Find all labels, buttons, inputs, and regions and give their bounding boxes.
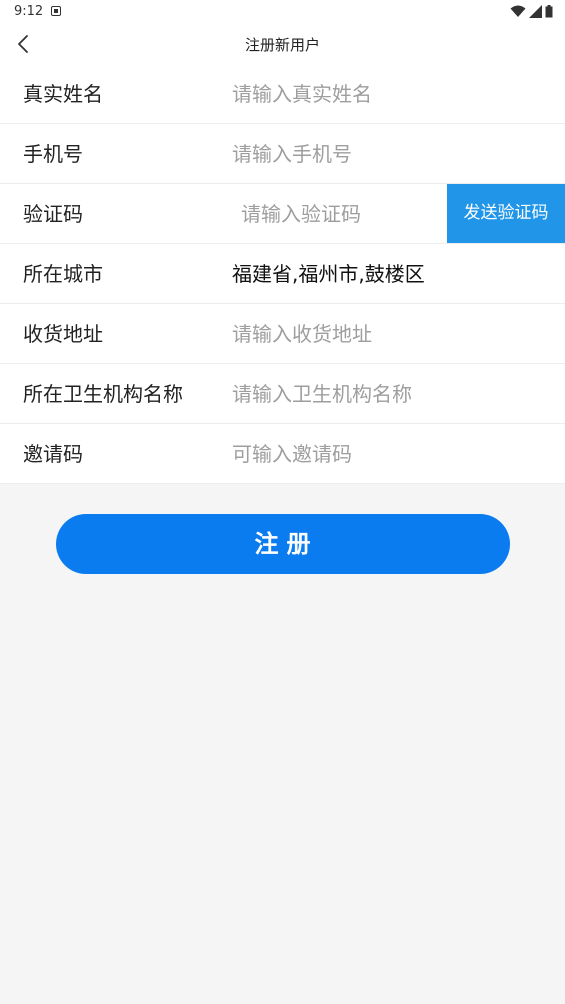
status-bar: 9:12 xyxy=(0,0,565,24)
status-icons xyxy=(510,5,553,18)
address-label: 收货地址 xyxy=(23,322,103,346)
form-row-city: 所在城市 福建省,福州市,鼓楼区 xyxy=(0,244,565,304)
institution-label: 所在卫生机构名称 xyxy=(23,382,183,406)
form-row-institution: 所在卫生机构名称 xyxy=(0,364,565,424)
form-row-real-name: 真实姓名 xyxy=(0,64,565,124)
page-title: 注册新用户 xyxy=(244,36,320,54)
form-row-address: 收货地址 xyxy=(0,304,565,364)
wifi-icon xyxy=(510,5,526,17)
status-time: 9:12 xyxy=(14,4,44,19)
invite-code-label: 邀请码 xyxy=(23,442,83,466)
phone-input[interactable] xyxy=(232,124,552,183)
address-input[interactable] xyxy=(232,304,552,363)
form-row-verification-code: 验证码 发送验证码 xyxy=(0,184,565,244)
register-button[interactable]: 注册 xyxy=(55,514,510,574)
submit-area: 注册 xyxy=(0,484,565,574)
real-name-label: 真实姓名 xyxy=(23,82,103,106)
form-row-phone: 手机号 xyxy=(0,124,565,184)
verification-code-label: 验证码 xyxy=(23,202,83,226)
city-picker[interactable]: 福建省,福州市,鼓楼区 xyxy=(232,244,425,304)
verification-code-input[interactable] xyxy=(241,184,441,243)
notification-icon xyxy=(51,6,61,16)
signal-icon xyxy=(529,5,542,18)
city-label: 所在城市 xyxy=(23,262,103,286)
send-code-button[interactable]: 发送验证码 xyxy=(447,184,565,243)
institution-input[interactable] xyxy=(232,364,552,423)
battery-icon xyxy=(545,5,553,18)
form-row-invite-code: 邀请码 xyxy=(0,424,565,484)
real-name-input[interactable] xyxy=(232,64,552,123)
phone-label: 手机号 xyxy=(23,142,83,166)
registration-form: 真实姓名 手机号 验证码 发送验证码 所在城市 福建省,福州市,鼓楼区 收货地址… xyxy=(0,64,565,484)
nav-bar: 注册新用户 xyxy=(0,24,565,64)
invite-code-input[interactable] xyxy=(232,424,552,483)
